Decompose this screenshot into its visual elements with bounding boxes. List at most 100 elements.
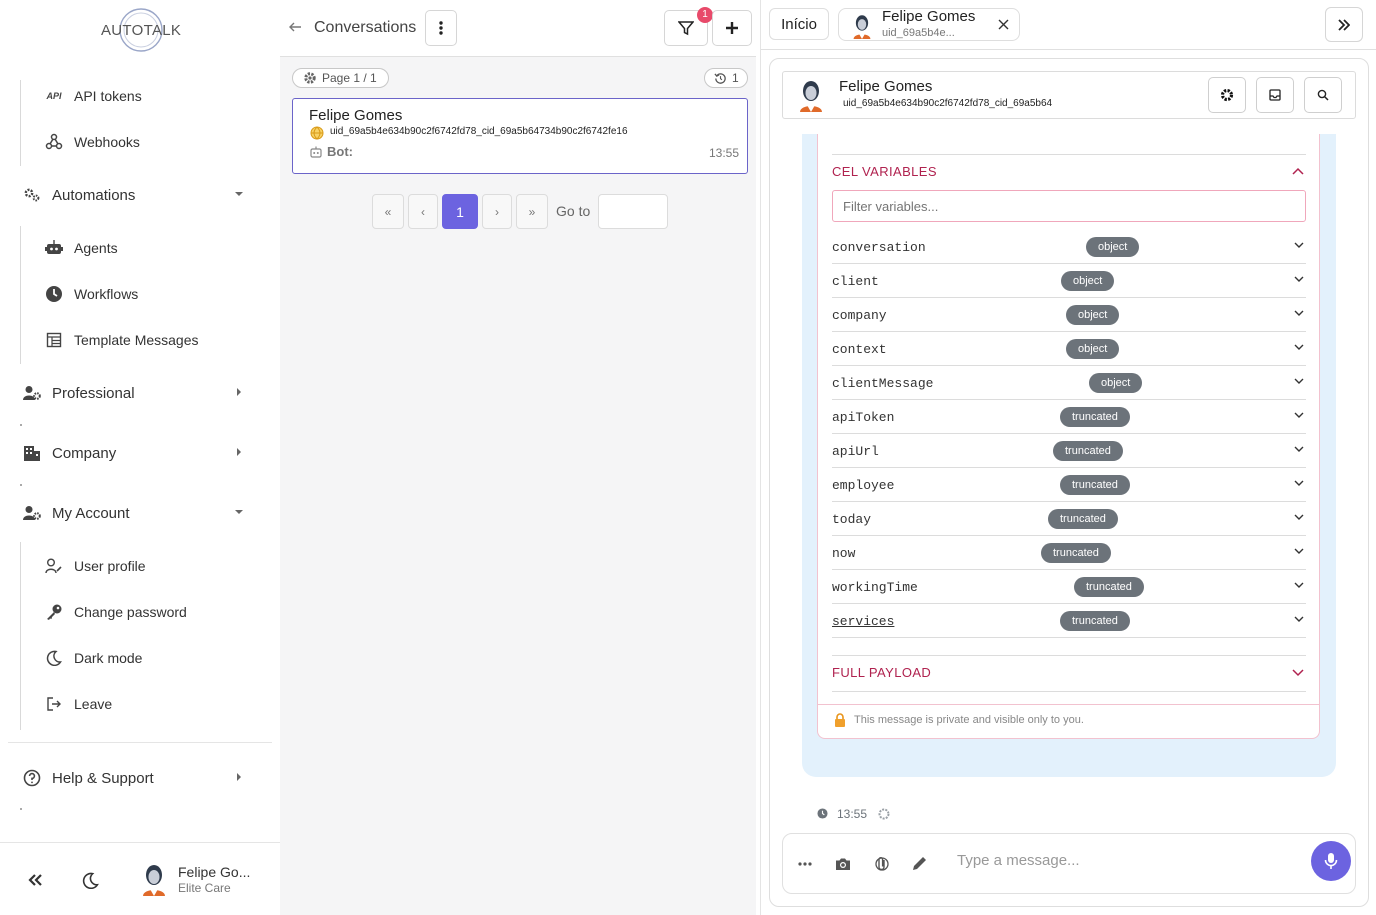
variable-row[interactable]: employee truncated xyxy=(832,468,1306,502)
template-icon xyxy=(44,330,64,350)
divider-dot xyxy=(20,484,22,486)
sidebar-item-label: Dark mode xyxy=(74,650,143,666)
message-input[interactable]: Type a message... xyxy=(957,852,1080,869)
history-count: 1 xyxy=(732,71,739,85)
building-icon xyxy=(22,443,42,463)
chat-settings-button[interactable] xyxy=(1208,77,1246,113)
tab-active-conversation[interactable]: Felipe Gomes uid_69a5b4e... xyxy=(838,8,1020,41)
page-title: Conversations xyxy=(314,19,417,36)
divider xyxy=(832,655,1306,656)
chevron-down-icon xyxy=(1294,582,1304,588)
sidebar-group-automations[interactable]: Automations xyxy=(22,181,250,209)
variable-type-badge: truncated xyxy=(1074,577,1144,597)
sidebar-group-company[interactable]: Company xyxy=(22,439,250,467)
variable-row[interactable]: apiUrl truncated xyxy=(832,434,1306,468)
submenu-line xyxy=(20,226,21,364)
divider-dot xyxy=(20,424,22,426)
sidebar-item-label: Webhooks xyxy=(74,134,140,150)
variable-type-badge: truncated xyxy=(1060,475,1130,495)
variable-row[interactable]: company object xyxy=(832,298,1306,332)
chevron-down-icon[interactable] xyxy=(1292,669,1304,677)
webhook-icon xyxy=(44,132,64,152)
voice-record-button[interactable] xyxy=(1311,841,1351,881)
sidebar-item-api-tokens[interactable]: API API tokens xyxy=(44,84,142,108)
sidebar-item-change-password[interactable]: Change password xyxy=(44,600,187,624)
page-1-button[interactable]: 1 xyxy=(442,194,478,229)
variable-row[interactable]: clientMessage object xyxy=(832,366,1306,400)
collapse-sidebar-icon[interactable] xyxy=(24,869,46,891)
last-page-button[interactable]: » xyxy=(516,194,548,229)
sidebar-group-label: My Account xyxy=(52,504,130,522)
close-tab-icon[interactable] xyxy=(998,19,1009,30)
variable-key: company xyxy=(832,308,887,323)
sidebar-group-professional[interactable]: Professional xyxy=(22,379,250,407)
sidebar-item-leave[interactable]: Leave xyxy=(44,692,112,716)
full-payload-toggle[interactable]: FULL PAYLOAD xyxy=(832,665,931,680)
tab-name: Felipe Gomes xyxy=(882,8,976,25)
sidebar-item-dark-mode[interactable]: Dark mode xyxy=(44,646,142,670)
prev-page-button[interactable]: ‹ xyxy=(408,194,438,229)
variable-row[interactable]: conversation object xyxy=(832,230,1306,264)
variable-type-badge: object xyxy=(1089,373,1143,393)
chevron-up-icon[interactable] xyxy=(1292,167,1304,175)
sidebar-item-user-profile[interactable]: User profile xyxy=(44,554,146,578)
bot-label: Bot: xyxy=(327,144,353,159)
variable-row[interactable]: client object xyxy=(832,264,1306,298)
variable-key: client xyxy=(832,274,879,289)
chat-window: Felipe Gomes uid_69a5b4e634b90c2f6742fd7… xyxy=(769,58,1369,907)
expand-panel-button[interactable] xyxy=(1325,7,1363,42)
chat-header: Felipe Gomes uid_69a5b4e634b90c2f6742fd7… xyxy=(782,71,1356,119)
chevron-down-icon xyxy=(1294,616,1304,622)
double-chevron-right-icon xyxy=(1338,18,1350,31)
filter-variables-input[interactable] xyxy=(832,190,1306,222)
dark-mode-toggle-icon[interactable] xyxy=(80,870,100,890)
user-gear-icon xyxy=(22,503,42,523)
first-page-button[interactable]: « xyxy=(372,194,404,229)
inbox-button[interactable] xyxy=(1256,77,1294,113)
back-arrow-icon[interactable] xyxy=(288,20,302,34)
variable-type-badge: object xyxy=(1061,271,1115,291)
robot-icon xyxy=(44,238,64,258)
sidebar-item-agents[interactable]: Agents xyxy=(44,236,118,260)
variable-row[interactable]: now truncated xyxy=(832,536,1306,570)
pencil-icon[interactable] xyxy=(911,855,928,872)
logout-icon xyxy=(44,694,64,714)
sidebar-group-help[interactable]: Help & Support xyxy=(22,764,250,792)
gears-icon xyxy=(22,185,42,205)
history-button[interactable]: 1 xyxy=(704,68,748,88)
paperclip-icon[interactable] xyxy=(875,856,889,872)
conversation-card[interactable]: Felipe Gomes uid_69a5b4e634b90c2f6742fd7… xyxy=(292,98,748,174)
avatar[interactable] xyxy=(140,862,168,896)
chevron-down-icon xyxy=(1294,480,1304,486)
logo: AUTOTALK xyxy=(97,5,187,55)
caret-right-icon xyxy=(237,388,241,396)
variable-type-badge: truncated xyxy=(1048,509,1118,529)
next-page-button[interactable]: › xyxy=(482,194,512,229)
variable-row[interactable]: apiToken truncated xyxy=(832,400,1306,434)
variable-row[interactable]: services truncated xyxy=(832,604,1306,638)
sidebar-item-template-messages[interactable]: Template Messages xyxy=(44,328,199,352)
sidebar-item-label: Agents xyxy=(74,240,118,256)
new-conversation-button[interactable] xyxy=(712,10,752,46)
search-chat-button[interactable] xyxy=(1304,77,1342,113)
sidebar-item-webhooks[interactable]: Webhooks xyxy=(44,130,140,154)
variable-type-badge: object xyxy=(1066,305,1120,325)
sidebar-group-my-account[interactable]: My Account xyxy=(22,499,250,527)
variable-key: services xyxy=(832,614,895,629)
more-icon[interactable] xyxy=(798,862,812,866)
goto-page-input[interactable] xyxy=(598,194,668,229)
variable-row[interactable]: context object xyxy=(832,332,1306,366)
sidebar-group-label: Help & Support xyxy=(52,769,154,787)
sidebar-item-label: API tokens xyxy=(74,88,142,104)
variable-row[interactable]: today truncated xyxy=(832,502,1306,536)
sidebar-item-workflows[interactable]: Workflows xyxy=(44,282,138,306)
camera-icon[interactable] xyxy=(835,857,851,871)
tab-inicio[interactable]: Início xyxy=(769,8,829,40)
variable-row[interactable]: workingTime truncated xyxy=(832,570,1306,604)
chevron-down-icon xyxy=(1294,514,1304,520)
variable-type-badge: object xyxy=(1086,237,1140,257)
help-circle-icon xyxy=(22,768,42,788)
caret-right-icon xyxy=(237,448,241,456)
key-icon xyxy=(44,602,64,622)
more-options-button[interactable] xyxy=(425,10,457,46)
